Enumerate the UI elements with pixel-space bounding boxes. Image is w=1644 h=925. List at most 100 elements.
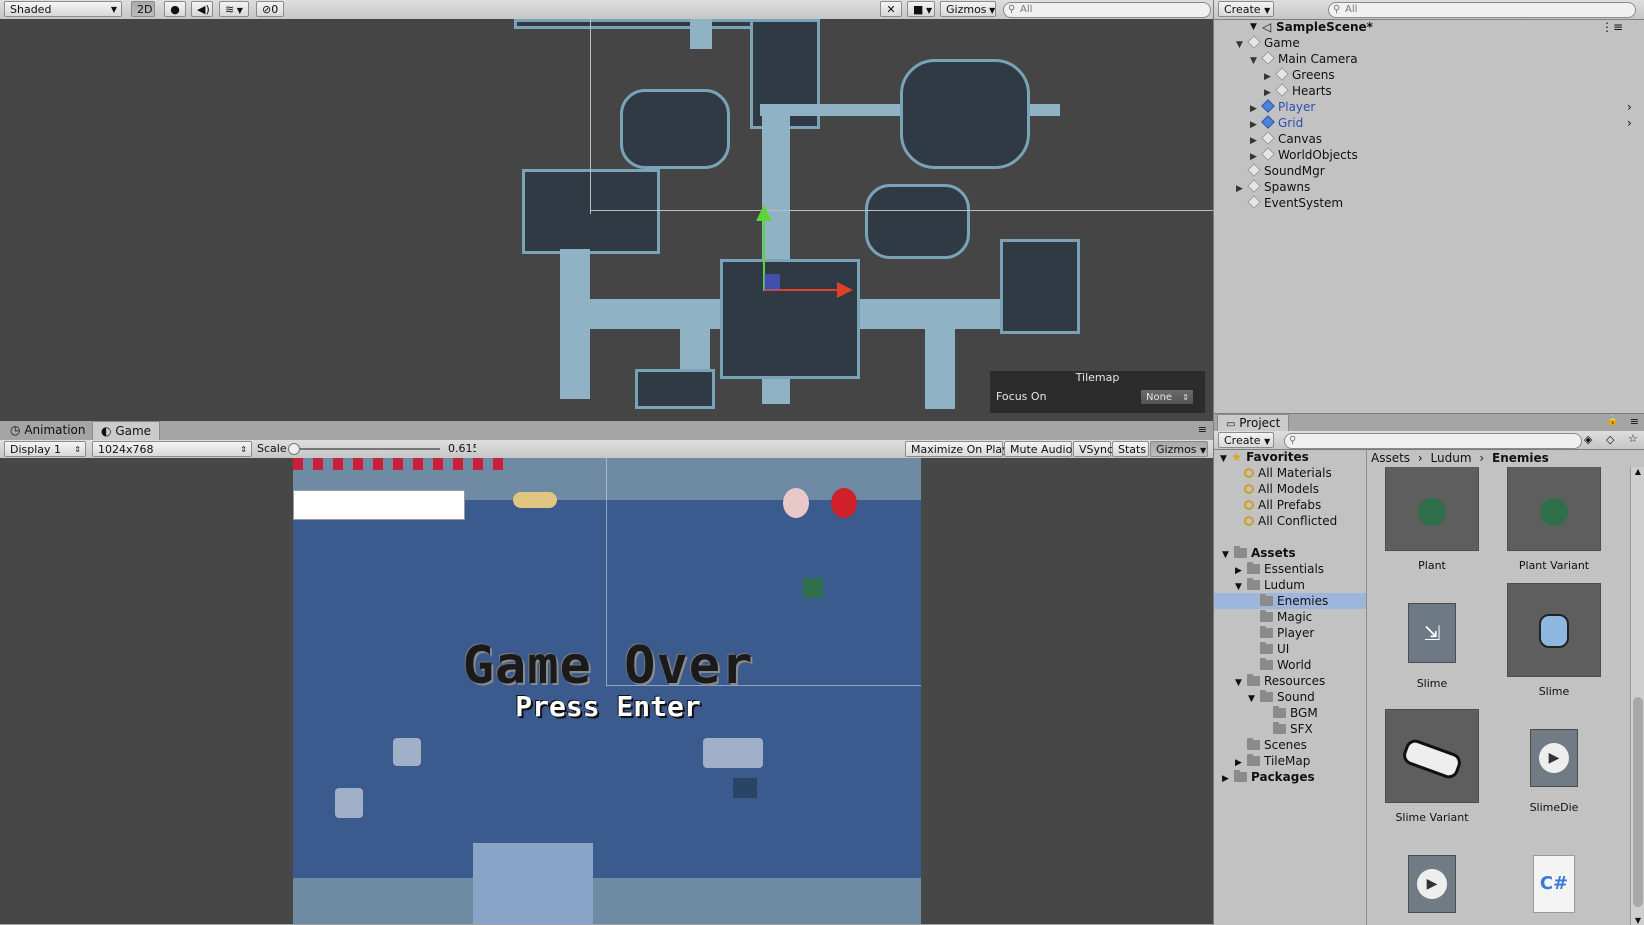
prefab-open-arrow-icon[interactable]: › <box>1627 115 1632 131</box>
favorite-item[interactable]: All Prefabs <box>1244 497 1321 513</box>
game-view[interactable]: Game Over Press Enter <box>0 458 1213 924</box>
hierarchy-item[interactable]: ▶ Grid › <box>1250 115 1632 131</box>
project-folder-item[interactable]: ▶ TileMap <box>1235 753 1310 769</box>
scale-slider-handle[interactable] <box>288 443 300 455</box>
scrollbar-up-icon[interactable]: ▲ <box>1631 467 1644 476</box>
focus-on-dropdown[interactable]: None ⇕ <box>1140 389 1194 405</box>
tab-animation[interactable]: ◷ Animation <box>2 421 94 440</box>
chevron-down-icon: ▼ <box>1200 446 1207 455</box>
project-search-input[interactable]: ⚲ <box>1284 433 1582 449</box>
hierarchy-search-input[interactable]: ⚲ All <box>1328 2 1636 18</box>
lighting-toggle-button[interactable]: ● <box>164 1 186 17</box>
display-dropdown[interactable]: Display 1 ⇕ <box>4 441 86 457</box>
2d-toggle-button[interactable]: 2D <box>131 1 155 17</box>
hierarchy-item[interactable]: EventSystem <box>1236 195 1343 211</box>
breadcrumb-enemies[interactable]: Enemies <box>1492 451 1549 465</box>
favorite-star-icon[interactable]: ☆ <box>1628 432 1638 445</box>
chevron-down-icon[interactable]: ▼ <box>1222 547 1234 563</box>
hierarchy-item[interactable]: ▶ WorldObjects <box>1250 147 1358 163</box>
tab-game[interactable]: ◐ Game <box>92 421 161 441</box>
hierarchy-item[interactable]: ▶ Greens <box>1264 67 1335 83</box>
breadcrumb-assets[interactable]: Assets <box>1371 451 1410 465</box>
asset-item[interactable]: Slime Variant <box>1372 709 1492 824</box>
scene-view[interactable]: Tilemap Focus On None ⇕ <box>0 19 1213 421</box>
chevron-down-icon[interactable]: ▼ <box>1248 691 1260 707</box>
project-create-dropdown[interactable]: Create ▼ <box>1218 432 1274 448</box>
tab-project[interactable]: ▭ Project <box>1217 414 1290 431</box>
favorite-item[interactable]: All Conflicted <box>1244 513 1337 529</box>
project-folder-item[interactable]: Player <box>1248 625 1314 641</box>
maximize-on-play-toggle[interactable]: Maximize On Play <box>905 441 1009 457</box>
asset-item[interactable]: C#Spawner <box>1494 835 1614 925</box>
scene-search-input[interactable]: ⚲ All <box>1003 2 1211 18</box>
water-tiles <box>473 843 593 924</box>
breadcrumb-ludum[interactable]: Ludum <box>1431 451 1472 465</box>
hierarchy-item[interactable]: ▶ Player › <box>1250 99 1632 115</box>
camera-dropdown[interactable]: ■ ▼ <box>907 1 935 17</box>
asset-item[interactable]: Plant <box>1372 467 1492 572</box>
project-folder-item[interactable]: ▼ Sound <box>1248 689 1315 705</box>
shading-mode-dropdown[interactable]: Shaded ▼ <box>4 1 122 17</box>
gizmo-y-arrow-icon[interactable] <box>756 205 772 221</box>
hidden-objects-toggle[interactable]: ⊘0 <box>256 1 284 17</box>
hierarchy-scene-row[interactable]: ▼ ◁ SampleScene* ⋮≡ <box>1214 19 1644 35</box>
chevron-down-icon[interactable]: ▼ <box>1236 37 1248 53</box>
gizmo-x-arrow-icon[interactable] <box>837 282 853 298</box>
stats-toggle[interactable]: Stats <box>1112 441 1149 457</box>
chevron-right-icon[interactable]: ▶ <box>1222 771 1234 787</box>
asset-item[interactable]: Slime <box>1494 583 1614 698</box>
hierarchy-item[interactable]: ▶ Spawns <box>1236 179 1310 195</box>
project-folder-item[interactable]: BGM <box>1261 705 1318 721</box>
asset-item[interactable]: ▶ SlimeDie <box>1494 709 1614 814</box>
filter-label-icon[interactable]: ◇ <box>1606 433 1614 446</box>
chevron-down-icon[interactable]: ▼ <box>1250 19 1257 35</box>
asset-item[interactable]: ▶SlimeIdle <box>1372 835 1492 925</box>
audio-toggle-button[interactable]: ◀) <box>191 1 213 17</box>
hierarchy-item[interactable]: ▶ Canvas <box>1250 131 1322 147</box>
chevron-down-icon[interactable]: ▼ <box>1235 675 1247 691</box>
hierarchy-create-dropdown[interactable]: Create ▼ <box>1218 1 1274 17</box>
game-gizmos-dropdown[interactable]: Gizmos ▼ <box>1150 441 1208 457</box>
folder-icon <box>1247 674 1260 686</box>
game-screen[interactable]: Game Over Press Enter <box>293 458 921 924</box>
vsync-toggle[interactable]: VSync <box>1073 441 1113 457</box>
tab-menu-icon[interactable]: ≡ <box>1630 415 1639 428</box>
project-folder-item[interactable]: Scenes <box>1235 737 1307 753</box>
filter-type-icon[interactable]: ◈ <box>1584 433 1592 446</box>
project-folder-item[interactable]: ▶ Packages <box>1222 769 1315 785</box>
hierarchy-item[interactable]: SoundMgr <box>1236 163 1325 179</box>
favorite-item[interactable]: All Models <box>1244 481 1319 497</box>
project-folder-item[interactable]: UI <box>1248 641 1289 657</box>
project-folder-item[interactable]: ▼ Resources <box>1235 673 1325 689</box>
asset-grid-scrollbar[interactable]: ▲ ▼ <box>1630 467 1644 925</box>
gizmo-plane-handle[interactable] <box>764 274 780 290</box>
project-folder-item[interactable]: World <box>1248 657 1311 673</box>
prefab-open-arrow-icon[interactable]: › <box>1627 99 1632 115</box>
lock-icon[interactable]: 🔒 <box>1607 415 1619 426</box>
project-folder-item[interactable]: ▼ Assets <box>1222 545 1296 561</box>
scrollbar-thumb[interactable] <box>1633 697 1643 907</box>
asset-item[interactable]: Plant Variant <box>1494 467 1614 572</box>
project-folder-item[interactable]: Enemies <box>1214 593 1366 609</box>
scale-slider[interactable] <box>288 443 440 455</box>
resolution-dropdown[interactable]: 1024x768 ⇕ <box>92 441 252 457</box>
project-folder-item[interactable]: Magic <box>1248 609 1312 625</box>
project-folder-item[interactable]: SFX <box>1261 721 1313 737</box>
hierarchy-item[interactable]: ▼ Main Camera <box>1250 51 1358 67</box>
scene-menu-icon[interactable]: ⋮≡ <box>1601 19 1623 35</box>
hierarchy-item-label: EventSystem <box>1264 196 1344 210</box>
chevron-down-icon[interactable]: ▼ <box>1250 53 1262 69</box>
hierarchy-item[interactable]: ▼ Game <box>1236 35 1300 51</box>
project-folder-item[interactable]: ▼ Ludum <box>1235 577 1305 593</box>
asset-item[interactable]: ⇲ Slime <box>1372 583 1492 690</box>
effects-dropdown[interactable]: ≋ ▼ <box>219 1 249 17</box>
hierarchy-item[interactable]: ▶ Hearts <box>1264 83 1332 99</box>
favorites-header[interactable]: ▼ ★ Favorites <box>1220 449 1309 465</box>
project-folder-item[interactable]: ▶ Essentials <box>1235 561 1324 577</box>
favorite-item[interactable]: All Materials <box>1244 465 1332 481</box>
tab-menu-icon[interactable]: ≡ <box>1198 423 1207 436</box>
chevron-down-icon[interactable]: ▼ <box>1220 454 1227 464</box>
mute-audio-toggle[interactable]: Mute Audio <box>1004 441 1072 457</box>
scene-gizmos-dropdown[interactable]: Gizmos ▼ <box>940 1 996 17</box>
tools-button[interactable]: ✕ <box>880 1 902 17</box>
